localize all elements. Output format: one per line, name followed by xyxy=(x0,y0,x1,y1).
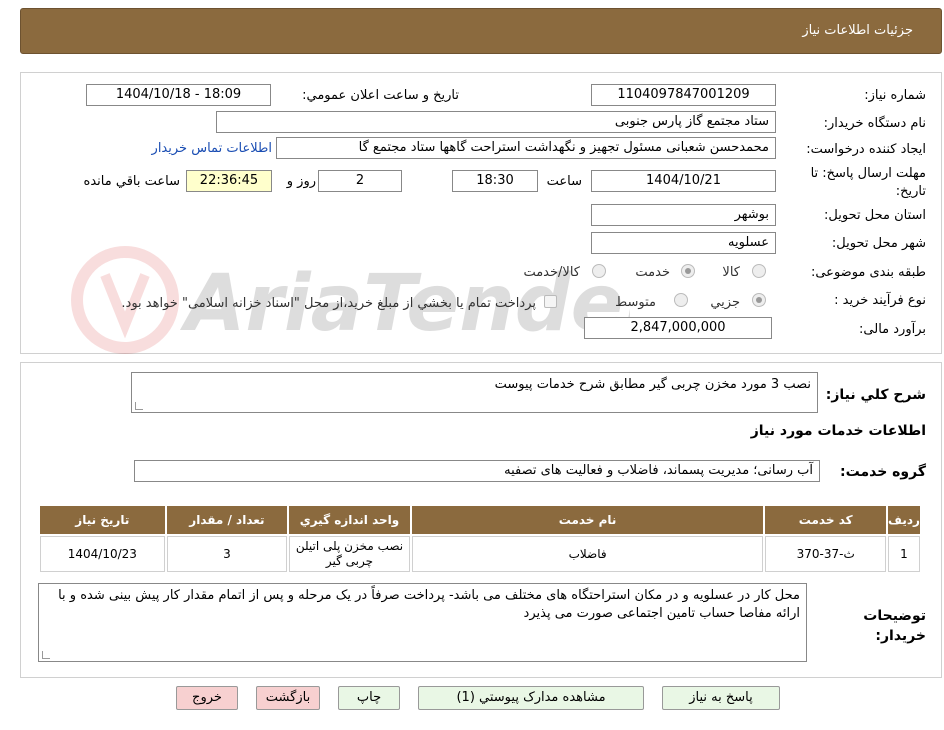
category-radio-goods[interactable] xyxy=(752,264,766,278)
city-label: شهر محل تحویل: xyxy=(831,236,926,251)
creator-field: محمدحسن شعبانی مسئول تجهیز و نگهداشت است… xyxy=(276,137,776,159)
row-code: ث-37-370 xyxy=(765,536,886,572)
back-button[interactable]: بازگشت xyxy=(256,686,320,710)
col-code: کد خدمت xyxy=(765,506,886,534)
category-option-goods-service: کالا/خدمت xyxy=(523,265,580,280)
notes-field: محل کار در عسلویه و در مکان استراحتگاه ه… xyxy=(38,583,807,662)
service-group-label: گروه خدمت: xyxy=(840,464,926,480)
deadline-date-field: 1404/10/21 xyxy=(591,170,776,192)
summary-text: نصب 3 مورد مخزن چربی گیر مطابق شرح خدمات… xyxy=(494,377,811,392)
category-radio-goods-service[interactable] xyxy=(592,264,606,278)
col-index: رديف xyxy=(887,506,920,534)
row-name: فاضلاب xyxy=(411,536,764,572)
print-button[interactable]: چاپ xyxy=(338,686,400,710)
process-radio-minor[interactable] xyxy=(752,293,766,307)
province-label: استان محل تحویل: xyxy=(824,208,926,223)
days-field: 2 xyxy=(318,170,402,192)
remaining-time-field: 22:36:45 xyxy=(186,170,272,192)
col-name: نام خدمت xyxy=(411,506,764,534)
treasury-payment-note: پرداخت تمام يا بخشي از مبلغ خريد،از محل … xyxy=(121,296,536,311)
col-date: تاريخ نياز xyxy=(40,506,165,534)
resize-handle-icon[interactable] xyxy=(42,651,50,659)
days-label: روز و xyxy=(286,174,316,189)
category-label: طبقه بندی موضوعی: xyxy=(810,265,926,280)
category-option-service: خدمت xyxy=(635,265,670,280)
category-radio-service[interactable] xyxy=(681,264,695,278)
resize-handle-icon[interactable] xyxy=(135,402,143,410)
row-qty: 3 xyxy=(166,536,288,572)
deadline-label: مهلت ارسال پاسخ: تا تاریخ: xyxy=(810,166,926,199)
table-header-row: رديف کد خدمت نام خدمت واحد اندازه گيري ت… xyxy=(40,506,920,534)
deadline-time-field: 18:30 xyxy=(452,170,538,192)
announce-label: تاریخ و ساعت اعلان عمومي: xyxy=(302,88,459,103)
reply-button[interactable]: پاسخ به نياز xyxy=(662,686,780,710)
row-unit: نصب مخزن پلی اتیلن چربی گیر xyxy=(289,536,410,572)
need-number-label: شماره نیاز: xyxy=(864,88,926,103)
page-header: جزئیات اطلاعات نیاز xyxy=(20,8,942,54)
process-option-minor: جزیي xyxy=(710,295,740,310)
province-field: بوشهر xyxy=(591,204,776,226)
summary-label: شرح کلي نياز: xyxy=(825,387,926,403)
need-number-field: 1104097847001209 xyxy=(591,84,776,106)
deadline-time-label: ساعت xyxy=(546,174,582,189)
remaining-label: ساعت باقي مانده xyxy=(83,174,180,189)
process-radio-medium[interactable] xyxy=(674,293,688,307)
row-date: 1404/10/23 xyxy=(40,536,165,572)
announce-field: 1404/10/18 - 18:09 xyxy=(86,84,271,106)
exit-button[interactable]: خروج xyxy=(176,686,238,710)
table-row: 1 ث-37-370 فاضلاب نصب مخزن پلی اتیلن چرب… xyxy=(40,536,920,572)
page-title: جزئیات اطلاعات نیاز xyxy=(802,23,913,38)
summary-field: نصب 3 مورد مخزن چربی گیر مطابق شرح خدمات… xyxy=(131,372,818,413)
creator-label: ايجاد کننده درخواست: xyxy=(806,142,926,157)
city-field: عسلویه xyxy=(591,232,776,254)
process-option-medium: متوسط xyxy=(615,295,656,310)
notes-text: محل کار در عسلویه و در مکان استراحتگاه ه… xyxy=(58,588,800,621)
col-qty: تعداد / مقدار xyxy=(166,506,288,534)
notes-label: توضيحات خريدار: xyxy=(863,608,926,644)
row-index: 1 xyxy=(887,536,920,572)
view-attachments-button[interactable]: مشاهده مدارک پيوستي (1) xyxy=(418,686,644,710)
process-label: نوع فرآیند خرید : xyxy=(834,293,926,308)
buyer-field: ستاد مجتمع گاز پارس جنوبی xyxy=(216,111,776,133)
budget-field: 2,847,000,000 xyxy=(584,317,772,339)
col-unit: واحد اندازه گيري xyxy=(289,506,410,534)
buyer-contact-link[interactable]: اطلاعات تماس خريدار xyxy=(152,141,272,156)
budget-label: برآورد مالی: xyxy=(859,322,926,337)
services-title: اطلاعات خدمات مورد نياز xyxy=(750,423,926,439)
category-option-goods: کالا xyxy=(722,265,740,280)
services-table: رديف کد خدمت نام خدمت واحد اندازه گيري ت… xyxy=(38,504,922,574)
service-group-field: آب رسانی؛ مدیریت پسماند، فاضلاب و فعالیت… xyxy=(134,460,820,482)
buyer-label: نام دستگاه خريدار: xyxy=(823,116,926,131)
treasury-payment-checkbox[interactable] xyxy=(544,295,557,308)
